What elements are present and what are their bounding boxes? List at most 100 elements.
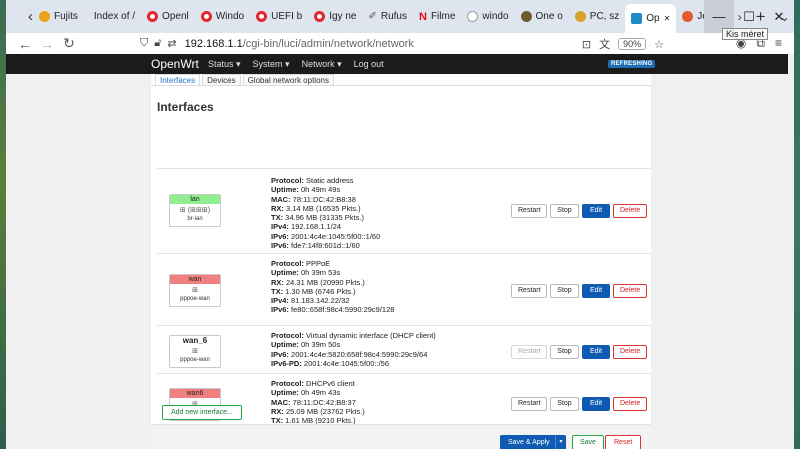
edit-button[interactable]: Edit <box>582 204 610 218</box>
interface-row: wan6⊞wanProtocol: DHCPv6 clientUptime: 0… <box>157 373 651 431</box>
openwrt-brand[interactable]: OpenWrt <box>151 57 199 71</box>
browser-tab[interactable]: ✐ Rufus <box>362 4 413 30</box>
restart-button[interactable]: Restart <box>511 204 547 218</box>
browser-tab[interactable]: Fujits <box>33 4 84 30</box>
browser-tab[interactable]: One o <box>515 4 569 30</box>
reader-mode-icon[interactable]: ⊡ <box>582 38 591 51</box>
status-value: DHCPv6 client <box>303 379 355 388</box>
interface-device: pppoe-wan <box>180 357 210 363</box>
save-button[interactable]: Save <box>572 435 604 449</box>
content-container: Interfaces Devices Global network options … <box>151 74 651 449</box>
status-key: TX: <box>271 286 284 296</box>
stop-button[interactable]: Stop <box>550 345 579 359</box>
tab-favicon-icon <box>631 13 643 24</box>
page-tab[interactable]: Devices <box>202 74 241 85</box>
network-device-icon: ⊞ <box>192 287 198 294</box>
tab-list: Fujits Index of / Openl Windo UEFI b Így ne ✐ R… <box>33 0 732 33</box>
browser-tab[interactable]: Windo <box>195 4 250 30</box>
status-line: Protocol: DHCPv6 client <box>271 379 365 388</box>
menu-item[interactable]: Status ▾ <box>208 59 241 70</box>
menu-item[interactable]: System ▾ <box>253 59 290 70</box>
browser-tab[interactable]: Index of / <box>84 4 141 30</box>
insecure-lock-icon[interactable]: 🔓︎ <box>154 37 161 50</box>
edit-button[interactable]: Edit <box>582 284 610 298</box>
browser-tab[interactable]: N Filme <box>413 4 461 30</box>
status-key: Uptime: <box>271 340 299 350</box>
tab-label: Fujits <box>54 11 78 22</box>
browser-tab[interactable]: Openl <box>141 4 195 30</box>
status-value: 0h 49m 49s <box>298 185 341 195</box>
menu-item[interactable]: Log out <box>354 59 384 70</box>
browser-tab[interactable]: Op ✕ <box>625 4 677 33</box>
url-bar-right-icons: ⊡ 文 90% ☆ <box>582 36 664 52</box>
interface-badge[interactable]: wan_6 ⊞ pppoe-wan <box>169 335 221 368</box>
delete-button[interactable]: Delete <box>613 284 647 298</box>
interface-row: lan ⊞ (⊞⊞⊞) br-lan Protocol: Static address… <box>157 168 651 253</box>
tab-label: Op <box>646 13 660 24</box>
menu-icon[interactable]: ≡ <box>775 36 782 51</box>
shield-icon[interactable]: ⛉ <box>140 37 148 50</box>
minimize-tooltip: Kis méret <box>721 28 768 40</box>
restart-button[interactable]: Restart <box>511 345 547 359</box>
close-window-button[interactable]: ✕ <box>764 0 794 33</box>
add-new-interface-button[interactable]: Add new interface... <box>162 405 242 420</box>
tab-label: Index of / <box>93 11 136 22</box>
url-input[interactable]: 192.168.1.1/cgi-bin/luci/admin/network/n… <box>185 38 414 50</box>
tab-label: Windo <box>215 11 245 22</box>
stop-button[interactable]: Stop <box>550 204 579 218</box>
luci-navbar: OpenWrt Status ▾ System ▾ Network ▾ Log out… <box>6 54 794 74</box>
interface-badge[interactable]: wan ⊞ pppoe-wan <box>169 274 221 307</box>
interface-name: lan <box>170 195 220 204</box>
edit-button[interactable]: Edit <box>582 345 610 359</box>
status-value: Virtual dynamic interface (DHCP client) <box>303 331 436 340</box>
browser-tab[interactable]: PC, sz <box>569 4 625 30</box>
navigation-toolbar: ← → ↻ ⛉ 🔓︎ ⇄ 192.168.1.1/cgi-bin/luci/ad… <box>6 33 794 54</box>
delete-button[interactable]: Delete <box>613 397 647 411</box>
page-tab[interactable]: Global network options <box>242 74 334 85</box>
bookmark-star-icon[interactable]: ☆ <box>654 38 664 51</box>
status-key: RX: <box>271 277 284 287</box>
section-title: Interfaces <box>157 100 214 114</box>
save-apply-button[interactable]: Save & Apply <box>500 435 558 449</box>
close-tab-icon[interactable]: ✕ <box>664 14 671 23</box>
status-value: 3.14 MB (16535 Pkts.) <box>283 203 361 213</box>
interface-name: wan <box>170 275 220 284</box>
reset-button[interactable]: Reset <box>605 435 642 449</box>
back-button[interactable]: ← <box>14 36 36 52</box>
delete-button[interactable]: Delete <box>613 345 647 359</box>
browser-tab[interactable]: UEFI b <box>250 4 308 30</box>
stop-button[interactable]: Stop <box>550 284 579 298</box>
interface-actions: Restart Stop Edit Delete <box>511 397 647 411</box>
menu-item[interactable]: Network ▾ <box>302 59 342 70</box>
save-apply-dropdown-icon[interactable]: ▾ <box>555 435 566 449</box>
refreshing-badge[interactable]: REFRESHING <box>608 60 656 68</box>
status-key: IPv4: <box>271 222 289 232</box>
zoom-level-button[interactable]: 90% <box>618 38 647 50</box>
browser-tab[interactable]: Így ne <box>308 4 362 30</box>
status-line: IPv6: fde7:14f8:601d::1/60 <box>271 241 380 250</box>
status-line: MAC: 78:11:DC:42:B8:37 <box>271 398 365 407</box>
tab-favicon-icon <box>200 11 212 22</box>
reload-button[interactable]: ↻ <box>58 35 80 52</box>
restart-button[interactable]: Restart <box>511 397 547 411</box>
status-value: PPPoE <box>303 259 331 268</box>
browser-window: ‹ Fujits Index of / Openl Windo UEFI b Így ne… <box>6 0 794 449</box>
status-key: IPv6: <box>271 231 289 241</box>
interface-badge[interactable]: lan ⊞ (⊞⊞⊞) br-lan <box>169 194 221 227</box>
edit-button[interactable]: Edit <box>582 397 610 411</box>
interface-status: Protocol: DHCPv6 client Uptime: 0h 49m 43… <box>271 379 365 425</box>
permissions-icon[interactable]: ⇄ <box>167 37 176 50</box>
page-scrollbar[interactable] <box>788 54 794 449</box>
status-line: Uptime: 0h 49m 49s <box>271 185 380 194</box>
interface-device: br-lan <box>187 216 203 222</box>
forward-button[interactable]: → <box>36 36 58 52</box>
delete-button[interactable]: Delete <box>613 204 647 218</box>
status-value: 2001:4c4e:5820:658f:98c4:5990:29c9/64 <box>288 349 428 359</box>
restart-button[interactable]: Restart <box>511 284 547 298</box>
interface-status: Protocol: PPPoE Uptime: 0h 39m 53s RX: 24.… <box>271 259 394 315</box>
stop-button[interactable]: Stop <box>550 397 579 411</box>
page-tab[interactable]: Interfaces <box>155 74 201 85</box>
status-key: Protocol: <box>271 379 304 388</box>
translate-icon[interactable]: 文 <box>599 36 610 52</box>
browser-tab[interactable]: windo <box>461 4 514 30</box>
